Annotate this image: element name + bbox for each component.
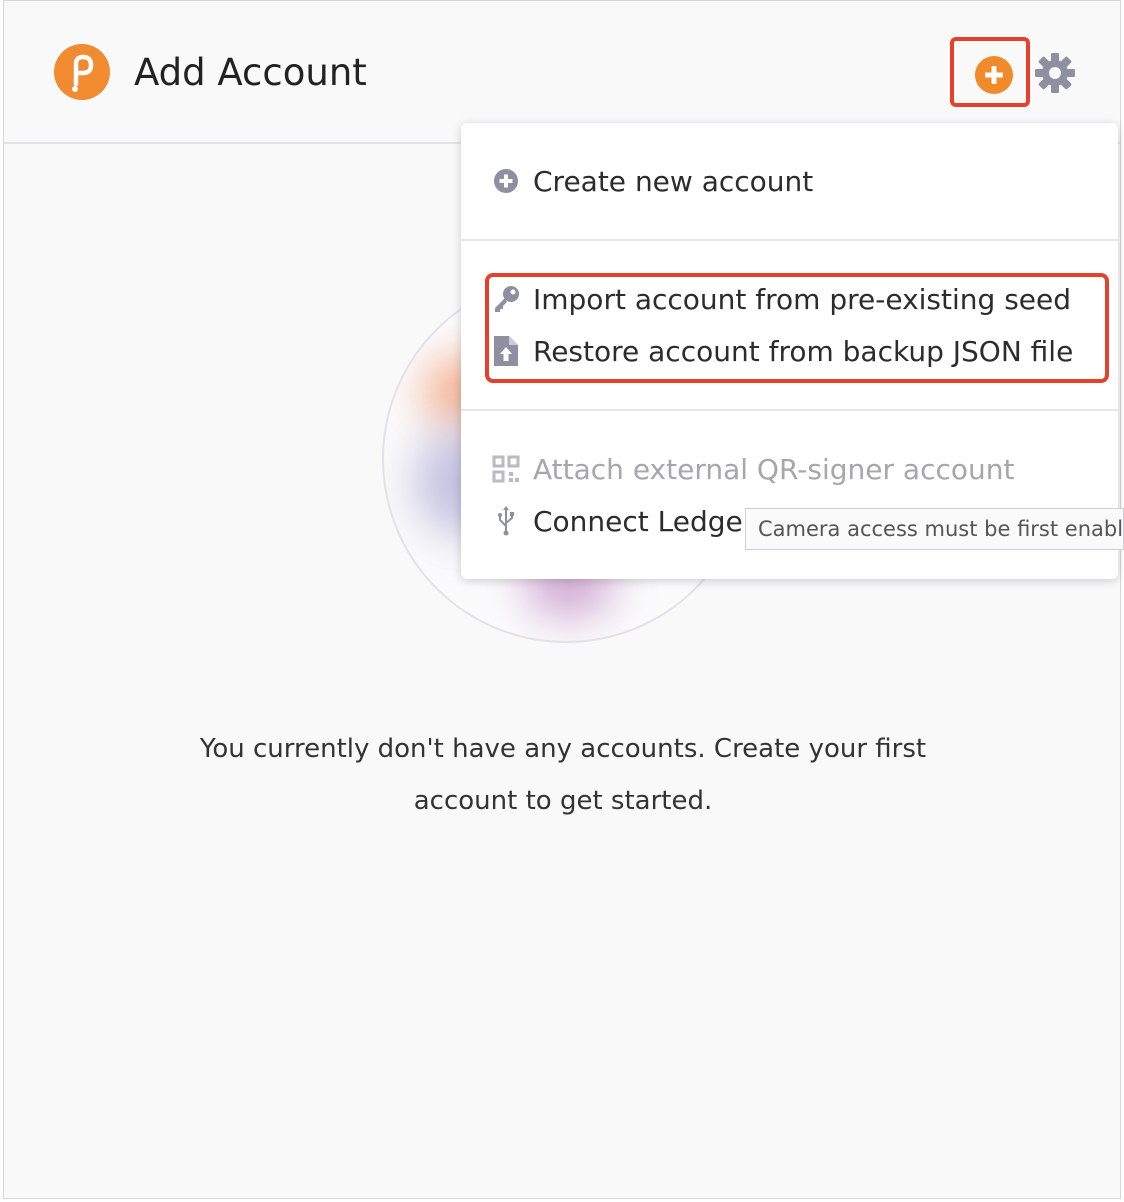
plus-circle-icon	[491, 166, 521, 196]
page-title: Add Account	[134, 51, 367, 94]
empty-state-message: You currently don't have any accounts. C…	[4, 723, 1122, 827]
camera-access-tooltip: Camera access must be first enabled	[745, 508, 1124, 550]
plus-circle-icon	[975, 56, 1013, 94]
menu-item-restore-json[interactable]: Restore account from backup JSON file	[491, 329, 1073, 373]
gear-icon	[1035, 53, 1075, 93]
menu-item-label: Import account from pre-existing seed	[533, 282, 1072, 316]
menu-item-import-seed[interactable]: Import account from pre-existing seed	[491, 277, 1071, 321]
polkadot-logo-icon	[54, 44, 110, 100]
empty-state-line-1: You currently don't have any accounts. C…	[199, 734, 927, 764]
settings-button[interactable]	[1032, 51, 1078, 99]
key-icon	[491, 284, 521, 314]
menu-item-attach-qr-signer[interactable]: Attach external QR-signer account	[491, 447, 1014, 491]
add-account-button[interactable]	[950, 37, 1030, 107]
menu-item-create-account[interactable]: Create new account	[491, 159, 813, 203]
menu-item-label: Create new account	[533, 164, 814, 198]
menu-item-label: Attach external QR-signer account	[533, 452, 1015, 486]
qrcode-icon	[491, 454, 521, 484]
file-upload-icon	[491, 336, 521, 366]
menu-divider	[461, 409, 1118, 411]
menu-item-label: Restore account from backup JSON file	[533, 334, 1074, 368]
empty-state-line-2: account to get started.	[413, 786, 713, 816]
usb-icon	[491, 506, 521, 536]
menu-divider	[461, 239, 1118, 241]
